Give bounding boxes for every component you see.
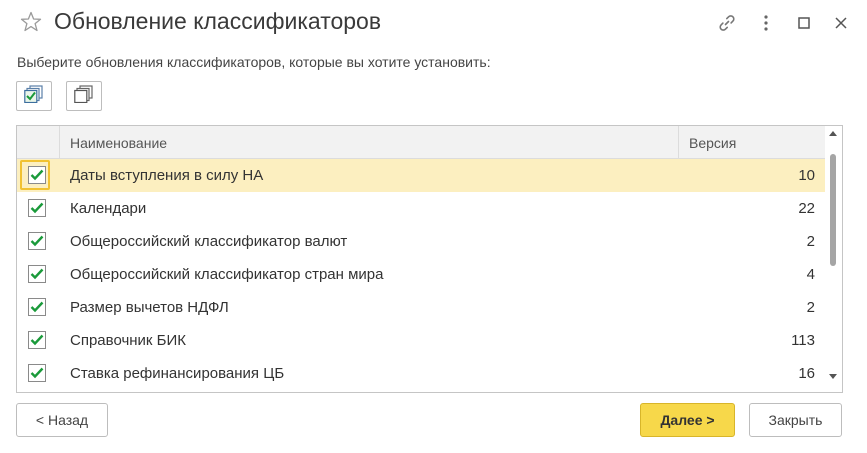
more-vertical-icon[interactable] [755,12,777,34]
table-row[interactable]: Размер вычетов НДФЛ 2 [17,291,825,324]
checkmark-icon [30,301,44,313]
checkmark-icon [30,235,44,247]
checkmark-icon [30,169,44,181]
row-checkbox[interactable] [28,364,46,382]
column-header-version: Версия [689,135,737,151]
row-checkbox[interactable] [28,232,46,250]
checkmark-icon [30,268,44,280]
row-name: Справочник БИК [70,332,187,349]
close-button[interactable]: Закрыть [749,403,842,437]
table-body: Даты вступления в силу НА 10 Календари 2… [17,159,825,390]
title-bar: Обновление классификаторов [0,0,867,46]
row-name: Ставка рефинансирования ЦБ [70,365,285,382]
row-name: Календари [70,200,147,217]
checkmark-icon [30,367,44,379]
star-icon[interactable] [20,11,42,33]
select-all-button[interactable] [16,81,52,111]
next-button[interactable]: Далее > [640,403,735,437]
table-row[interactable]: Даты вступления в силу НА 10 [17,159,825,192]
link-icon[interactable] [716,12,738,34]
back-button[interactable]: < Назад [16,403,108,437]
column-header-name[interactable]: Наименование [70,135,167,151]
table-row[interactable]: Ставка рефинансирования ЦБ 16 [17,357,825,390]
row-version: 113 [791,332,815,349]
instruction-text: Выберите обновления классификаторов, кот… [17,54,491,70]
row-version: 22 [798,200,815,217]
row-checkbox[interactable] [28,298,46,316]
row-checkbox[interactable] [28,199,46,217]
row-version: 16 [798,365,815,382]
row-name: Общероссийский классификатор валют [70,233,348,250]
table-row[interactable]: Общероссийский классификатор стран мира … [17,258,825,291]
close-icon[interactable] [830,12,852,34]
row-name: Общероссийский классификатор стран мира [70,266,384,283]
table-row[interactable]: Календари 22 [17,192,825,225]
row-checkbox[interactable] [28,265,46,283]
table-header: Наименование Версия [17,126,825,159]
maximize-icon[interactable] [793,12,815,34]
column-header-version-cell[interactable]: Версия [678,126,825,158]
scroll-down-icon[interactable] [829,374,837,379]
row-version: 2 [806,233,815,250]
checkmark-icon [30,202,44,214]
row-version: 2 [806,299,815,316]
row-checkbox[interactable] [28,166,46,184]
table-row[interactable]: Справочник БИК 113 [17,324,825,357]
row-version: 10 [798,167,815,184]
table-row[interactable]: Общероссийский классификатор валют 2 [17,225,825,258]
window-title: Обновление классификаторов [54,8,382,34]
deselect-all-button[interactable] [66,81,102,111]
row-name: Даты вступления в силу НА [70,167,264,184]
checkmark-icon [30,334,44,346]
uncheck-all-icon [74,84,94,108]
classifier-table: Наименование Версия Даты вступления в си… [16,125,843,393]
row-name: Размер вычетов НДФЛ [70,299,229,316]
header-check-column [17,126,60,158]
row-checkbox[interactable] [28,331,46,349]
scroll-up-icon[interactable] [829,131,837,136]
vertical-scrollbar[interactable] [825,126,842,392]
row-version: 4 [806,266,815,283]
check-all-icon [24,84,44,108]
scroll-thumb[interactable] [830,154,836,266]
